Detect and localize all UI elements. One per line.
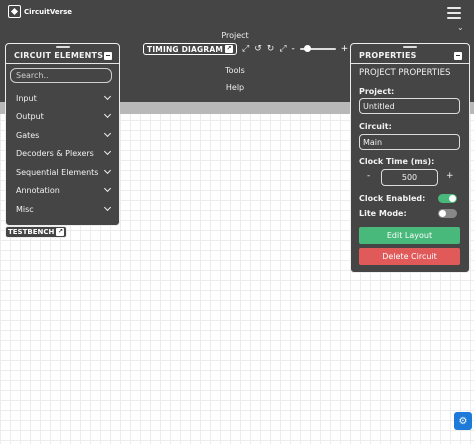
- category-sequential-elements[interactable]: Sequential Elements: [16, 166, 112, 178]
- project-name-input[interactable]: [359, 98, 460, 114]
- search-input[interactable]: [10, 68, 112, 83]
- chevron-down-icon: [103, 203, 112, 212]
- testbench-label: TESTBENCH: [8, 228, 55, 236]
- menu-project[interactable]: Project: [205, 31, 265, 40]
- chevron-down-icon[interactable]: ⌄: [457, 23, 464, 32]
- bug-report-icon[interactable]: ⚙: [454, 412, 472, 430]
- category-label: Gates: [16, 130, 40, 140]
- zoom-in-button[interactable]: +: [341, 44, 349, 54]
- edit-layout-button[interactable]: Edit Layout: [359, 227, 460, 244]
- panel-title: PROPERTIES: [359, 51, 417, 60]
- timing-diagram-label: TIMING DIAGRAM: [147, 44, 224, 54]
- chevron-down-icon: [103, 129, 112, 138]
- lite-mode-toggle[interactable]: [438, 209, 457, 218]
- timing-diagram-tab[interactable]: TIMING DIAGRAM ↗: [143, 43, 238, 55]
- chevron-down-icon: [103, 166, 112, 175]
- circuit-elements-header: CIRCUIT ELEMENTS: [6, 48, 119, 64]
- chevron-down-icon: [103, 110, 112, 119]
- lite-mode-label: Lite Mode:: [359, 209, 407, 218]
- zoom-slider[interactable]: [299, 45, 336, 52]
- clock-time-label: Clock Time (ms):: [359, 157, 435, 166]
- category-misc[interactable]: Misc: [16, 203, 112, 215]
- category-gates[interactable]: Gates: [16, 129, 112, 141]
- category-label: Input: [16, 93, 37, 103]
- category-label: Annotation: [16, 185, 60, 195]
- properties-header: PROPERTIES: [351, 48, 469, 64]
- hamburger-icon[interactable]: [447, 7, 461, 19]
- redo-icon[interactable]: ↻: [267, 44, 275, 54]
- contract-icon[interactable]: ⤢: [242, 44, 249, 54]
- clock-decrement-button[interactable]: -: [367, 172, 370, 181]
- chevron-down-icon: [103, 92, 112, 101]
- undo-icon[interactable]: ↺: [254, 44, 262, 54]
- circuitverse-logo-icon: [8, 5, 21, 18]
- zoom-slider-knob[interactable]: [304, 45, 312, 52]
- expand-icon[interactable]: ↗: [56, 228, 65, 236]
- category-label: Misc: [16, 204, 34, 214]
- brand[interactable]: CircuitVerse: [8, 5, 72, 18]
- category-output[interactable]: Output: [16, 110, 112, 122]
- project-properties-heading: PROJECT PROPERTIES: [359, 68, 451, 78]
- toggle-knob: [449, 195, 456, 202]
- chevron-down-icon: [103, 184, 112, 193]
- category-input[interactable]: Input: [16, 92, 112, 104]
- category-annotation[interactable]: Annotation: [16, 184, 112, 196]
- circuit-label: Circuit:: [359, 122, 392, 131]
- clock-increment-button[interactable]: +: [446, 172, 454, 181]
- circuit-name-input[interactable]: [359, 134, 460, 150]
- category-label: Sequential Elements: [16, 167, 99, 177]
- clock-enabled-label: Clock Enabled:: [359, 194, 426, 203]
- expand-icon[interactable]: ↗: [225, 45, 234, 53]
- category-label: Output: [16, 111, 44, 121]
- zoom-out-button[interactable]: -: [292, 44, 295, 54]
- panel-title: CIRCUIT ELEMENTS: [14, 51, 104, 60]
- chevron-down-icon: [103, 147, 112, 156]
- brand-name: CircuitVerse: [24, 7, 73, 16]
- menu-help[interactable]: Help: [205, 83, 265, 92]
- minimize-icon[interactable]: [104, 51, 112, 60]
- category-decoders-plexers[interactable]: Decoders & Plexers: [16, 147, 112, 159]
- delete-circuit-button[interactable]: Delete Circuit: [359, 248, 460, 265]
- toggle-knob: [439, 210, 446, 217]
- minimize-icon[interactable]: [454, 51, 462, 60]
- clock-enabled-toggle[interactable]: [438, 194, 457, 203]
- timing-diagram-toolbar: TIMING DIAGRAM ↗ ⤢ ↺ ↻ ⤢ - +: [143, 43, 348, 55]
- menu-tools[interactable]: Tools: [205, 66, 265, 75]
- project-label: Project:: [359, 87, 395, 96]
- category-label: Decoders & Plexers: [16, 148, 94, 158]
- clock-time-input[interactable]: [381, 169, 438, 186]
- fit-icon[interactable]: ⤢: [279, 44, 286, 54]
- testbench-tab[interactable]: TESTBENCH ↗: [5, 226, 68, 238]
